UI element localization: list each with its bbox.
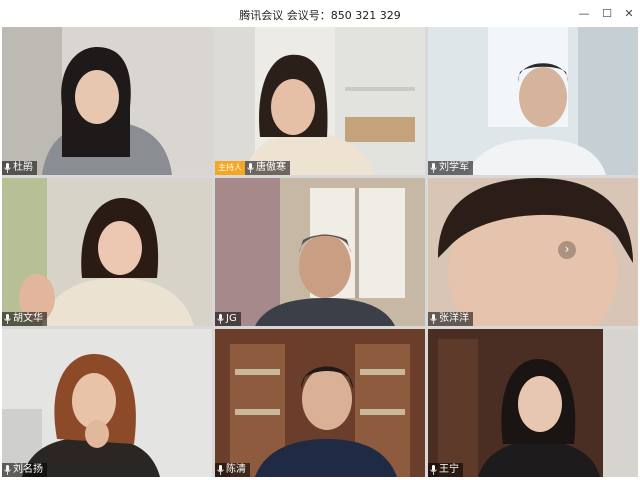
participant-name: 杜鹃 — [13, 162, 33, 173]
participant-name-tag: 胡文华 — [2, 312, 47, 326]
microphone-icon — [4, 465, 11, 475]
participant-name: 胡文华 — [13, 313, 43, 324]
participant-name: JG — [226, 313, 237, 324]
video-tile[interactable]: 胡文华 — [2, 178, 212, 326]
video-feed — [428, 329, 638, 477]
host-badge: 主持人 — [215, 161, 245, 175]
participant-name: 王宁 — [439, 464, 459, 475]
microphone-icon — [217, 465, 224, 475]
participant-name-tag: JG — [215, 312, 241, 326]
video-tile[interactable]: 刘学军 — [428, 27, 638, 175]
video-feed — [428, 27, 638, 175]
microphone-icon — [430, 314, 437, 324]
participant-name-tag: 陈清 — [215, 463, 250, 477]
video-tile[interactable]: 刘名扬 — [2, 329, 212, 477]
video-feed — [215, 178, 425, 326]
microphone-icon — [430, 163, 437, 173]
video-tile[interactable]: 陈清 — [215, 329, 425, 477]
participant-name-tag: 王宁 — [428, 463, 463, 477]
participant-name-tag: 张洋洋 — [428, 312, 473, 326]
microphone-icon — [247, 163, 254, 173]
video-tile[interactable]: 杜鹃 — [2, 27, 212, 175]
video-feed — [428, 178, 638, 326]
meeting-window: 腾讯会议 会议号：850 321 329 — ☐ ✕ 杜鹃 主持人 唐傲寒 刘学… — [0, 0, 640, 480]
participant-name: 唐傲寒 — [256, 162, 286, 173]
video-tile[interactable]: 王宁 — [428, 329, 638, 477]
window-title: 腾讯会议 会议号：850 321 329 — [239, 9, 401, 22]
microphone-icon — [4, 314, 11, 324]
microphone-icon — [430, 465, 437, 475]
participant-name: 陈清 — [226, 464, 246, 475]
video-feed — [215, 329, 425, 477]
chevron-right-icon[interactable]: › — [558, 241, 576, 259]
participant-name: 张洋洋 — [439, 313, 469, 324]
video-tile[interactable]: JG — [215, 178, 425, 326]
participant-name-tag: 刘名扬 — [2, 463, 47, 477]
participant-name: 刘名扬 — [13, 464, 43, 475]
participant-name-tag: 主持人 唐傲寒 — [215, 161, 290, 175]
video-feed — [2, 329, 212, 477]
maximize-icon[interactable]: ☐ — [598, 5, 616, 23]
minimize-icon[interactable]: — — [575, 5, 593, 23]
video-feed — [2, 178, 212, 326]
title-bar[interactable]: 腾讯会议 会议号：850 321 329 — ☐ ✕ — [0, 0, 640, 28]
video-tile[interactable]: 主持人 唐傲寒 — [215, 27, 425, 175]
participant-name-tag: 杜鹃 — [2, 161, 37, 175]
microphone-icon — [4, 163, 11, 173]
participant-name-tag: 刘学军 — [428, 161, 473, 175]
video-grid: 杜鹃 主持人 唐傲寒 刘学军 胡文华 JG › 张洋洋 刘名扬 陈清 王宁 — [2, 27, 638, 477]
participant-name: 刘学军 — [439, 162, 469, 173]
video-feed — [2, 27, 212, 175]
video-feed — [215, 27, 425, 175]
video-tile[interactable]: › 张洋洋 — [428, 178, 638, 326]
close-icon[interactable]: ✕ — [620, 5, 638, 23]
microphone-icon — [217, 314, 224, 324]
